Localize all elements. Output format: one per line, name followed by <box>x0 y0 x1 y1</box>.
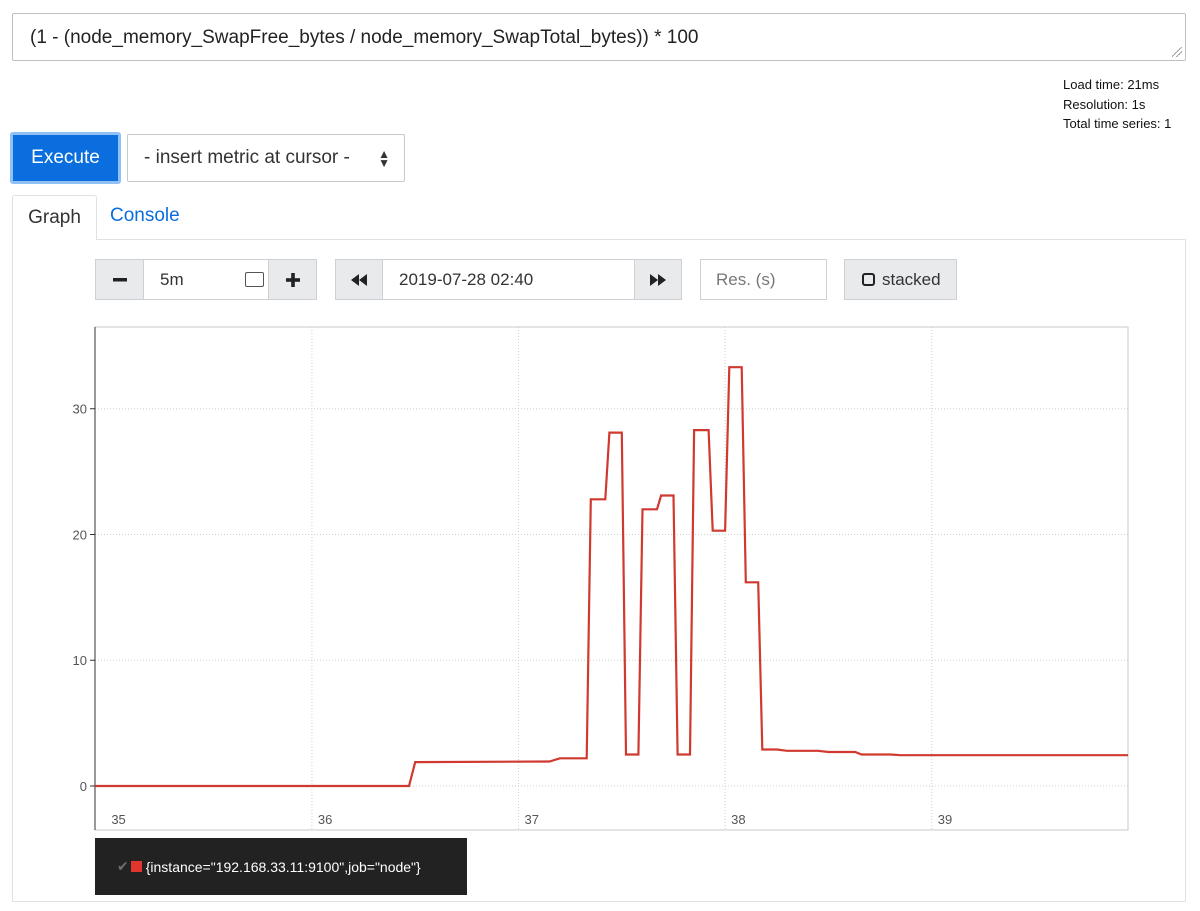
legend-swatch <box>130 861 142 872</box>
y-tick-label: 20 <box>73 527 87 542</box>
x-tick-label: 36 <box>318 812 332 827</box>
x-tick-label: 37 <box>525 812 539 827</box>
tab-graph[interactable]: Graph <box>12 195 97 240</box>
y-tick-label: 10 <box>73 653 87 668</box>
y-tick-label: 0 <box>80 779 87 794</box>
legend-series-label: {instance="192.168.33.11:9100",job="node… <box>145 858 421 875</box>
graph-chart: 35 36 37 38 39 0 10 20 30 <box>73 326 1129 831</box>
x-tick-label: 38 <box>731 812 745 827</box>
y-tick-label: 30 <box>73 402 87 417</box>
legend-check-icon: ✔ <box>117 858 129 874</box>
x-tick-label: 35 <box>111 812 125 827</box>
legend[interactable]: ✔ {instance="192.168.33.11:9100",job="no… <box>95 838 467 895</box>
x-tick-label: 39 <box>938 812 952 827</box>
series-line <box>95 366 1128 788</box>
